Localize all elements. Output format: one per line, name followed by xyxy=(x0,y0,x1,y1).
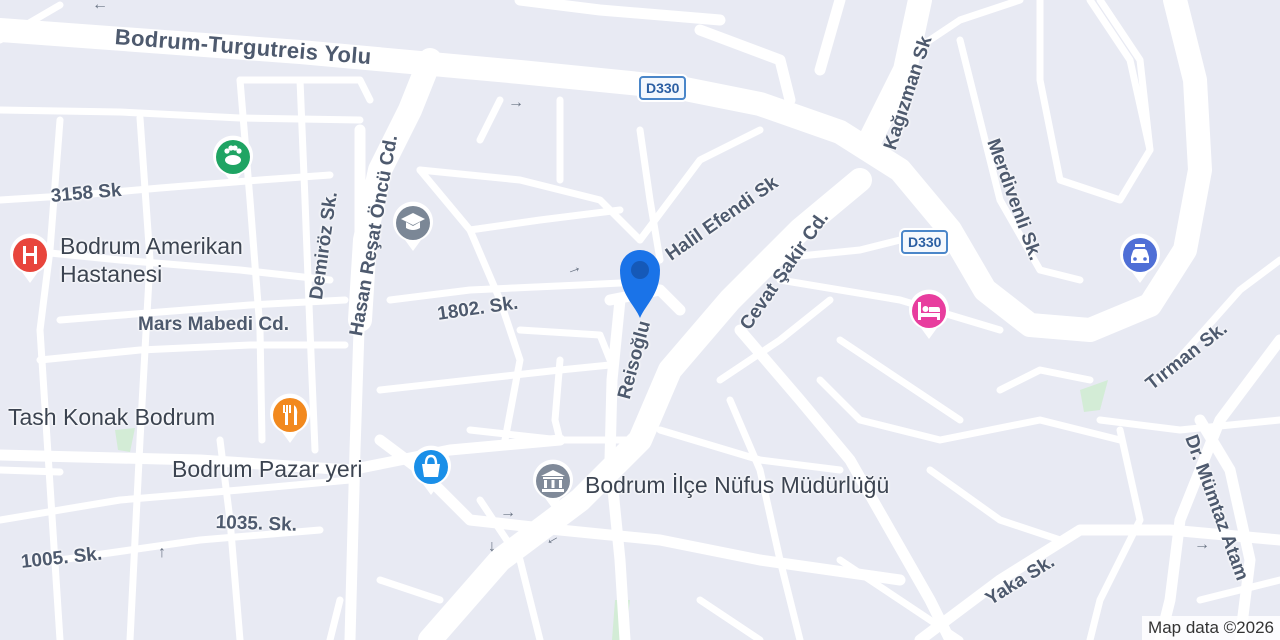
route-shield-d330: D330 xyxy=(639,76,687,100)
map-attribution: Map data ©2026 xyxy=(1142,616,1280,640)
location-pin-icon[interactable] xyxy=(612,240,668,322)
government-building-icon[interactable] xyxy=(530,456,576,512)
school-icon[interactable] xyxy=(390,198,436,254)
pet-icon[interactable] xyxy=(210,132,256,188)
poi-label-hospital[interactable]: Bodrum Amerikan Hastanesi xyxy=(60,232,300,288)
direction-arrow-icon: ↓ xyxy=(488,538,496,555)
poi-label-restaurant[interactable]: Tash Konak Bodrum xyxy=(8,404,215,431)
direction-arrow-icon: → xyxy=(1194,536,1210,553)
restaurant-icon[interactable] xyxy=(267,390,313,446)
route-shield-d330: D330 xyxy=(901,230,949,254)
hotel-bed-icon[interactable] xyxy=(906,286,952,342)
hospital-icon[interactable] xyxy=(7,230,53,286)
direction-arrow-icon: ← xyxy=(92,0,108,13)
street-label-1035: 1035. Sk. xyxy=(215,512,298,536)
poi-label-registry[interactable]: Bodrum İlçe Nüfus Müdürlüğü xyxy=(585,472,889,499)
poi-label-market[interactable]: Bodrum Pazar yeri xyxy=(172,456,362,483)
car-service-icon[interactable] xyxy=(1117,230,1163,286)
map-canvas[interactable]: Bodrum-Turgutreis Yolu Hasan Reşat Öncü … xyxy=(0,0,1280,640)
street-label-mars-mabedi: Mars Mabedi Cd. xyxy=(138,314,289,335)
direction-arrow-icon: ↑ xyxy=(158,544,166,561)
direction-arrow-icon: → xyxy=(500,504,516,521)
shopping-bag-icon[interactable] xyxy=(408,442,454,498)
direction-arrow-icon: → xyxy=(508,94,524,111)
